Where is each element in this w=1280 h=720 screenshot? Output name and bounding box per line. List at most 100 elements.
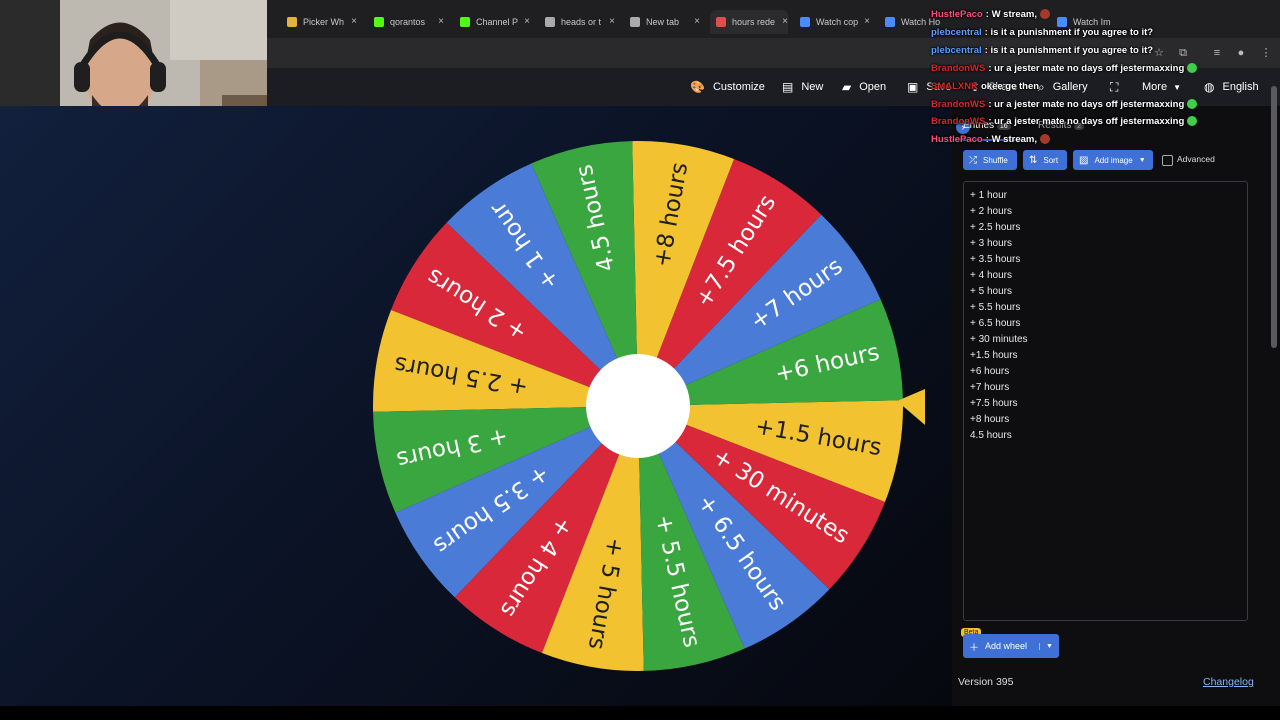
add-image-label: Add image — [1094, 155, 1133, 165]
shuffle-button[interactable]: ⤮ Shuffle — [963, 150, 1017, 170]
tab-favicon-icon — [460, 17, 470, 27]
tab-label: Picker Wh — [303, 17, 345, 27]
spin-wheel[interactable]: +1.5 hours+6 hours+7 hours+7.5 hours+8 h… — [0, 106, 952, 706]
close-tab-icon[interactable]: × — [694, 16, 700, 27]
entry-line: + 4 hours — [970, 270, 1012, 281]
dropdown-caret-icon: ▼ — [1138, 156, 1146, 164]
chat-text: W stream, — [991, 9, 1037, 20]
browser-tab[interactable]: Channel P × — [460, 10, 530, 34]
chat-message: BrandonWS: ur a jester mate no days off … — [931, 116, 1198, 127]
entry-line: + 5 hours — [970, 286, 1012, 297]
new-button[interactable]: ▤ New — [782, 68, 823, 106]
close-tab-icon[interactable]: × — [524, 16, 530, 27]
entry-line: 4.5 hours — [970, 430, 1012, 441]
chat-text: is it a punishment if you agree to it? — [990, 45, 1154, 56]
tab-favicon-icon — [545, 17, 555, 27]
changelog-link[interactable]: Changelog — [1203, 676, 1254, 688]
tab-favicon-icon — [374, 17, 384, 27]
tab-favicon-icon — [885, 17, 895, 27]
close-tab-icon[interactable]: × — [438, 16, 444, 27]
tab-favicon-icon — [630, 17, 640, 27]
browser-tab[interactable]: heads or t × — [545, 10, 615, 34]
chat-text: ur a jester mate no days off jestermaxxi… — [994, 116, 1185, 127]
wheel-center-hub[interactable] — [586, 354, 690, 458]
globe-icon: ◍ — [1204, 80, 1215, 94]
shuffle-label: Shuffle — [983, 155, 1008, 165]
open-label: Open — [859, 81, 887, 93]
emote-icon — [1039, 9, 1050, 20]
more-label: More — [1142, 81, 1168, 93]
browser-tab[interactable]: qorantos × — [374, 10, 444, 34]
browser-tab-active[interactable]: hours rede × — [710, 10, 788, 34]
browser-tab[interactable]: New tab × — [630, 10, 700, 34]
chat-text: ur a jester mate no days off jestermaxxi… — [994, 63, 1185, 74]
entry-line: +8 hours — [970, 414, 1010, 425]
emote-icon — [1187, 99, 1198, 110]
add-wheel-button[interactable]: ＋ Add wheel ▼ — [963, 634, 1059, 658]
image-icon: ▨ — [1079, 154, 1089, 166]
add-image-button[interactable]: ▨ Add image ▼ — [1073, 150, 1153, 170]
language-label: English — [1222, 81, 1259, 93]
add-wheel-label: Add wheel — [985, 641, 1028, 651]
close-tab-icon[interactable]: × — [609, 16, 615, 27]
playlist-icon[interactable]: ≡ — [1210, 46, 1224, 60]
emote-icon — [1039, 134, 1050, 145]
save-icon: ▣ — [907, 80, 919, 94]
chat-message: BrandonWS: ur a jester mate no days off … — [931, 99, 1198, 110]
entry-line: + 2.5 hours — [970, 222, 1021, 233]
chat-text: okee ge then — [980, 81, 1040, 92]
fullscreen-icon: ⛶ — [1110, 79, 1119, 94]
version-text: Version 395 — [958, 676, 1014, 688]
chat-username: plebcentral — [931, 27, 982, 38]
sort-button[interactable]: ⇅ Sort — [1023, 150, 1067, 170]
profile-icon[interactable]: ● — [1234, 46, 1248, 60]
chat-username: plebcentral — [931, 45, 982, 56]
tab-label: Watch cop — [816, 17, 859, 27]
new-label: New — [801, 81, 824, 93]
close-tab-icon[interactable]: × — [351, 16, 357, 27]
advanced-checkbox[interactable] — [1162, 155, 1173, 166]
chat-message: HustlePaco: W stream, — [931, 134, 1050, 145]
entry-line: + 2 hours — [970, 206, 1012, 217]
chat-message: HustlePaco: W stream, — [931, 9, 1050, 20]
customize-button[interactable]: 🎨 Customize — [690, 68, 765, 106]
bottom-bar — [0, 706, 1280, 720]
chat-message: plebcentral: is it a punishment if you a… — [931, 45, 1154, 56]
emote-icon — [1187, 63, 1198, 74]
close-tab-icon[interactable]: × — [782, 16, 788, 27]
tab-favicon-icon — [800, 17, 810, 27]
extensions-icon[interactable]: ⧉ — [1176, 46, 1190, 60]
chat-username: SMALXNK — [931, 81, 978, 92]
tab-favicon-icon — [716, 17, 726, 27]
chat-text: ur a jester mate no days off jestermaxxi… — [994, 99, 1185, 110]
kebab-menu-icon[interactable]: ⋮ — [1259, 46, 1273, 60]
tab-label: heads or t — [561, 17, 602, 27]
gallery-label: Gallery — [1052, 81, 1088, 93]
page-scrollbar[interactable] — [1271, 86, 1277, 348]
customize-label: Customize — [712, 81, 765, 93]
entry-line: +7.5 hours — [970, 398, 1018, 409]
entry-line: +1.5 hours — [970, 350, 1018, 361]
entry-line: +6 hours — [970, 366, 1010, 377]
close-tab-icon[interactable]: × — [864, 16, 870, 27]
emote-icon — [1187, 116, 1198, 127]
tab-label: qorantos — [390, 17, 426, 27]
language-button[interactable]: ◍ English — [1204, 68, 1259, 106]
plus-icon: ＋ — [969, 642, 979, 654]
browser-tab[interactable]: Watch cop × — [800, 10, 870, 34]
entry-line: + 3.5 hours — [970, 254, 1021, 265]
chat-username: HustlePaco — [931, 134, 983, 145]
chat-username: BrandonWS — [931, 99, 986, 110]
browser-tab[interactable]: Picker Wh × — [287, 10, 357, 34]
open-button[interactable]: ▰ Open — [842, 68, 886, 106]
dropdown-caret-icon[interactable]: ▼ — [1039, 642, 1053, 650]
chat-username: BrandonWS — [931, 63, 986, 74]
entries-textarea[interactable]: + 1 hour + 2 hours + 2.5 hours + 3 hours… — [963, 181, 1248, 621]
folder-icon: ▰ — [842, 80, 852, 94]
new-file-icon: ▤ — [782, 80, 794, 94]
entry-line: + 6.5 hours — [970, 318, 1021, 329]
tab-label: New tab — [646, 17, 680, 27]
sort-label: Sort — [1043, 155, 1059, 165]
star-icon[interactable]: ☆ — [1152, 46, 1166, 60]
tab-label: Channel P — [476, 17, 519, 27]
